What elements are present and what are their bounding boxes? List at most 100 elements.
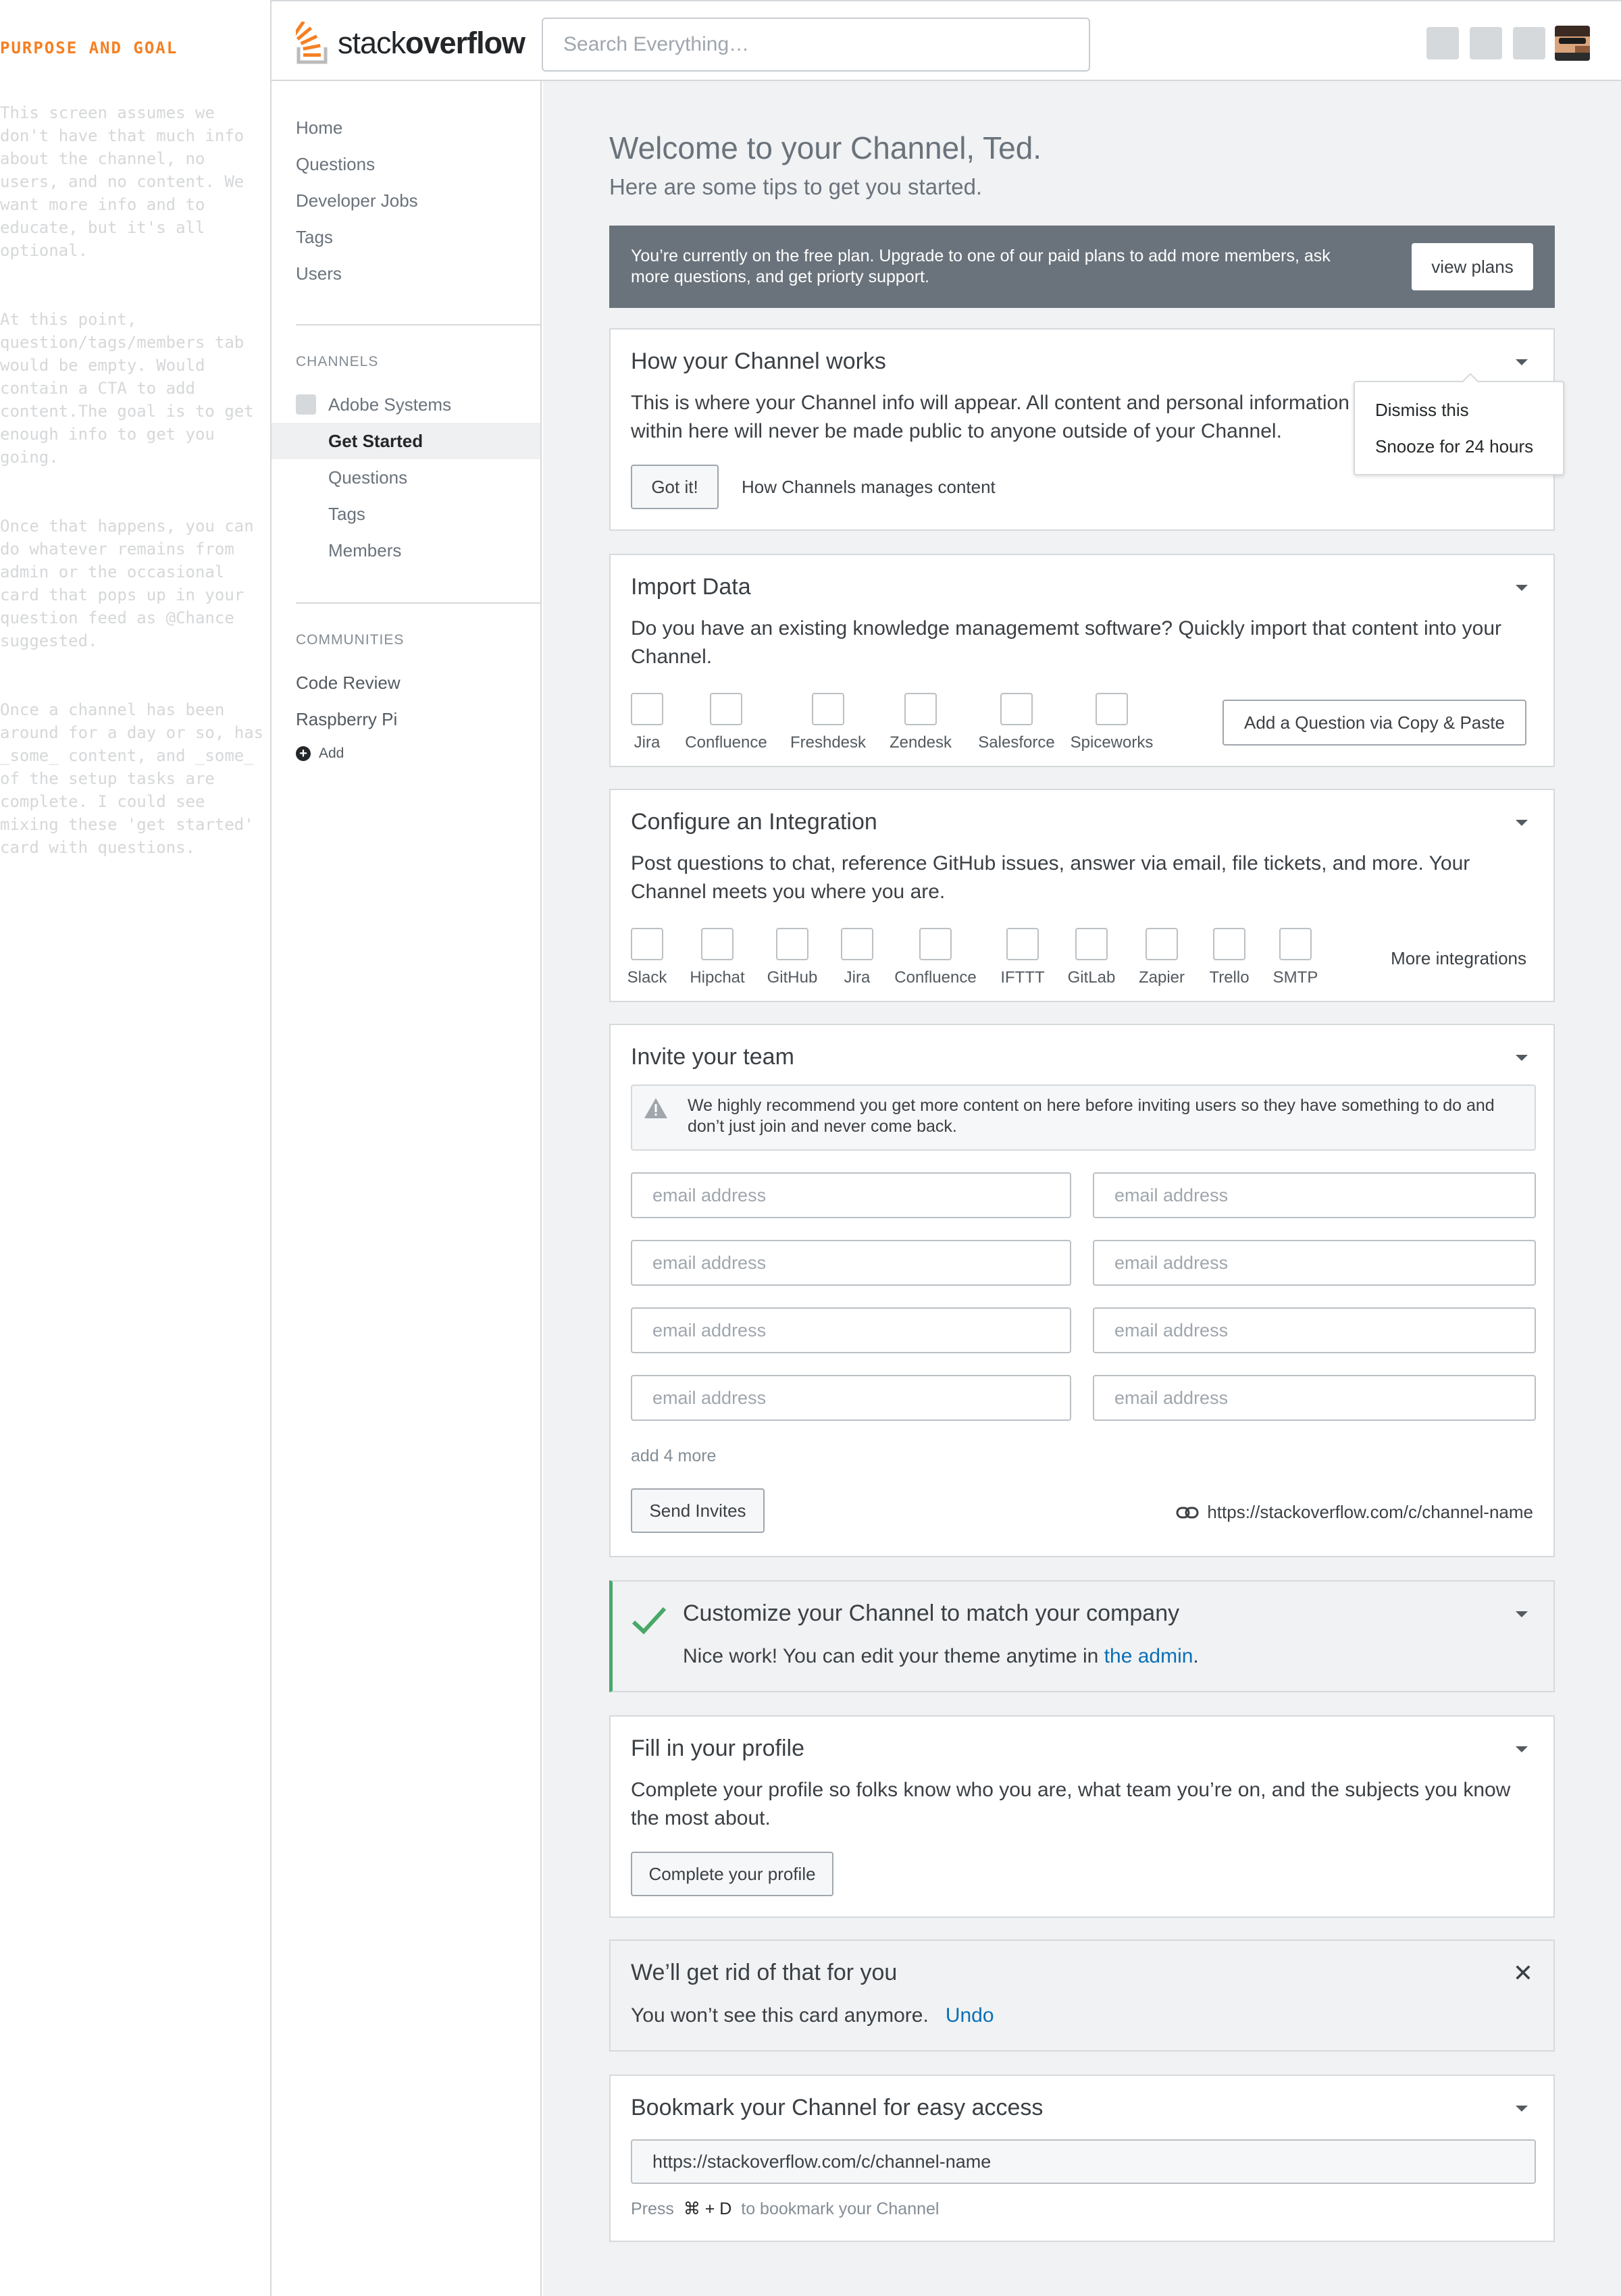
salesforce-icon[interactable] (1000, 693, 1033, 725)
chevron-down-icon[interactable] (1516, 1746, 1528, 1752)
card-options-menu: Dismiss this Snooze for 24 hours (1354, 373, 1564, 475)
sidebar-item-get-started[interactable]: Get Started (272, 423, 540, 459)
communities-heading: COMMUNITIES (296, 632, 405, 648)
confluence-icon[interactable] (919, 928, 952, 960)
sidebar-divider (296, 602, 542, 604)
chevron-down-icon[interactable] (1516, 820, 1528, 826)
plus-circle-icon: + (296, 746, 311, 761)
nav-questions[interactable]: Questions (296, 154, 375, 175)
slack-icon[interactable] (631, 928, 663, 960)
avatar-image (1555, 26, 1590, 61)
main-content: Welcome to your Channel, Ted. Here are s… (543, 81, 1621, 2296)
community-raspberry-pi[interactable]: Raspberry Pi (296, 709, 397, 730)
got-it-button[interactable]: Got it! (631, 465, 719, 509)
search-input[interactable]: Search Everything… (542, 18, 1090, 72)
card-fill-profile: Fill in your profile Complete your profi… (609, 1715, 1555, 1918)
invite-link[interactable]: https://stackoverflow.com/c/channel-name (1176, 1502, 1533, 1523)
stackoverflow-logo[interactable]: stackoverflow (296, 22, 525, 65)
card-body: This is where your Channel info will app… (631, 392, 1349, 442)
add-community-button[interactable]: + Add (296, 746, 344, 762)
notes-paragraph: Once a channel has been around for a day… (0, 700, 264, 857)
close-icon[interactable]: ✕ (1513, 1961, 1533, 1985)
chevron-down-icon[interactable] (1516, 2106, 1528, 2112)
add-label: Add (319, 746, 344, 761)
community-code-review[interactable]: Code Review (296, 673, 401, 694)
nav-users[interactable]: Users (296, 263, 342, 284)
channels-heading: CHANNELS (296, 354, 379, 369)
email-field[interactable]: email address (631, 1375, 1071, 1421)
notes-paragraph: This screen assumes we don't have that m… (0, 103, 245, 260)
sidebar-item-questions[interactable]: Questions (272, 459, 540, 496)
email-field[interactable]: email address (1093, 1240, 1536, 1286)
card-dismissed: We’ll get rid of that for you ✕ You won’… (609, 1939, 1555, 2052)
integration-label: SMTP (1272, 968, 1318, 987)
user-avatar[interactable] (1555, 26, 1590, 61)
page-subtitle: Here are some tips to get you started. (609, 174, 983, 199)
card-title: Invite your team (631, 1044, 794, 1070)
smtp-icon[interactable] (1279, 928, 1312, 960)
link-icon (1176, 1507, 1199, 1518)
upgrade-banner: You’re currently on the free plan. Upgra… (609, 226, 1555, 308)
nav-developer-jobs[interactable]: Developer Jobs (296, 190, 418, 211)
send-invites-button[interactable]: Send Invites (631, 1488, 765, 1533)
nav-tags[interactable]: Tags (296, 227, 333, 248)
chevron-down-icon[interactable] (1516, 1611, 1528, 1617)
menu-item-snooze[interactable]: Snooze for 24 hours (1375, 436, 1533, 457)
card-bookmark: Bookmark your Channel for easy access ht… (609, 2075, 1555, 2242)
channel-adobe-systems[interactable]: Adobe Systems (272, 386, 540, 423)
bookmark-hint: Press ⌘ + D to bookmark your Channel (631, 2199, 940, 2218)
sidebar-divider (296, 324, 542, 325)
card-customize-channel: Customize your Channel to match your com… (609, 1580, 1555, 1692)
hipchat-icon[interactable] (701, 928, 734, 960)
add-more-link[interactable]: add 4 more (631, 1446, 716, 1466)
view-plans-button[interactable]: view plans (1412, 243, 1533, 290)
add-question-copy-paste-button[interactable]: Add a Question via Copy & Paste (1223, 700, 1526, 746)
card-invite-team: Invite your team We highly recommend you… (609, 1024, 1555, 1557)
trello-icon[interactable] (1213, 928, 1245, 960)
channel-name: Adobe Systems (328, 394, 452, 415)
menu-item-dismiss[interactable]: Dismiss this (1375, 400, 1469, 421)
chevron-down-icon[interactable] (1516, 1055, 1528, 1061)
page-title: Welcome to your Channel, Ted. (609, 130, 1042, 165)
email-field[interactable]: email address (1093, 1307, 1536, 1353)
jira-icon[interactable] (631, 693, 663, 725)
help-icon[interactable] (1513, 27, 1545, 59)
card-configure-integration: Configure an Integration Post questions … (609, 789, 1555, 1002)
zapier-icon[interactable] (1146, 928, 1178, 960)
admin-link[interactable]: the admin (1104, 1645, 1193, 1667)
zendesk-icon[interactable] (904, 693, 937, 725)
undo-link[interactable]: Undo (946, 2004, 994, 2027)
confluence-icon[interactable] (710, 693, 742, 725)
jira-icon[interactable] (841, 928, 873, 960)
email-field[interactable]: email address (631, 1240, 1071, 1286)
bookmark-url-field[interactable]: https://stackoverflow.com/c/channel-name (631, 2139, 1536, 2184)
search-placeholder: Search Everything… (563, 33, 750, 55)
card-body: Post questions to chat, reference GitHub… (631, 852, 1470, 903)
gitlab-icon[interactable] (1075, 928, 1108, 960)
chevron-down-icon[interactable] (1516, 585, 1528, 591)
card-body: Nice work! You can edit your theme anyti… (683, 1645, 1199, 1667)
chevron-down-icon[interactable] (1516, 359, 1528, 365)
ifttt-icon[interactable] (1006, 928, 1039, 960)
nav-home[interactable]: Home (296, 118, 342, 138)
top-bar: stackoverflow Search Everything… (272, 0, 1621, 81)
design-notes: PURPOSE AND GOAL This screen assumes we … (0, 0, 269, 2296)
email-field[interactable]: email address (1093, 1375, 1536, 1421)
how-channels-manages-content-link[interactable]: How Channels manages content (742, 477, 996, 498)
freshdesk-icon[interactable] (812, 693, 844, 725)
more-integrations-link[interactable]: More integrations (1391, 948, 1526, 969)
card-title: Bookmark your Channel for easy access (631, 2095, 1044, 2120)
card-title: We’ll get rid of that for you (631, 1960, 898, 1985)
channel-icon (296, 394, 316, 415)
warning-text: We highly recommend you get more content… (688, 1096, 1495, 1136)
email-field[interactable]: email address (631, 1172, 1071, 1218)
sidebar-item-members[interactable]: Members (272, 532, 540, 569)
email-field[interactable]: email address (631, 1307, 1071, 1353)
github-icon[interactable] (776, 928, 808, 960)
complete-profile-button[interactable]: Complete your profile (631, 1852, 833, 1896)
achievements-icon[interactable] (1470, 27, 1502, 59)
sidebar-item-tags[interactable]: Tags (272, 496, 540, 532)
spiceworks-icon[interactable] (1096, 693, 1128, 725)
email-field[interactable]: email address (1093, 1172, 1536, 1218)
inbox-icon[interactable] (1426, 27, 1459, 59)
